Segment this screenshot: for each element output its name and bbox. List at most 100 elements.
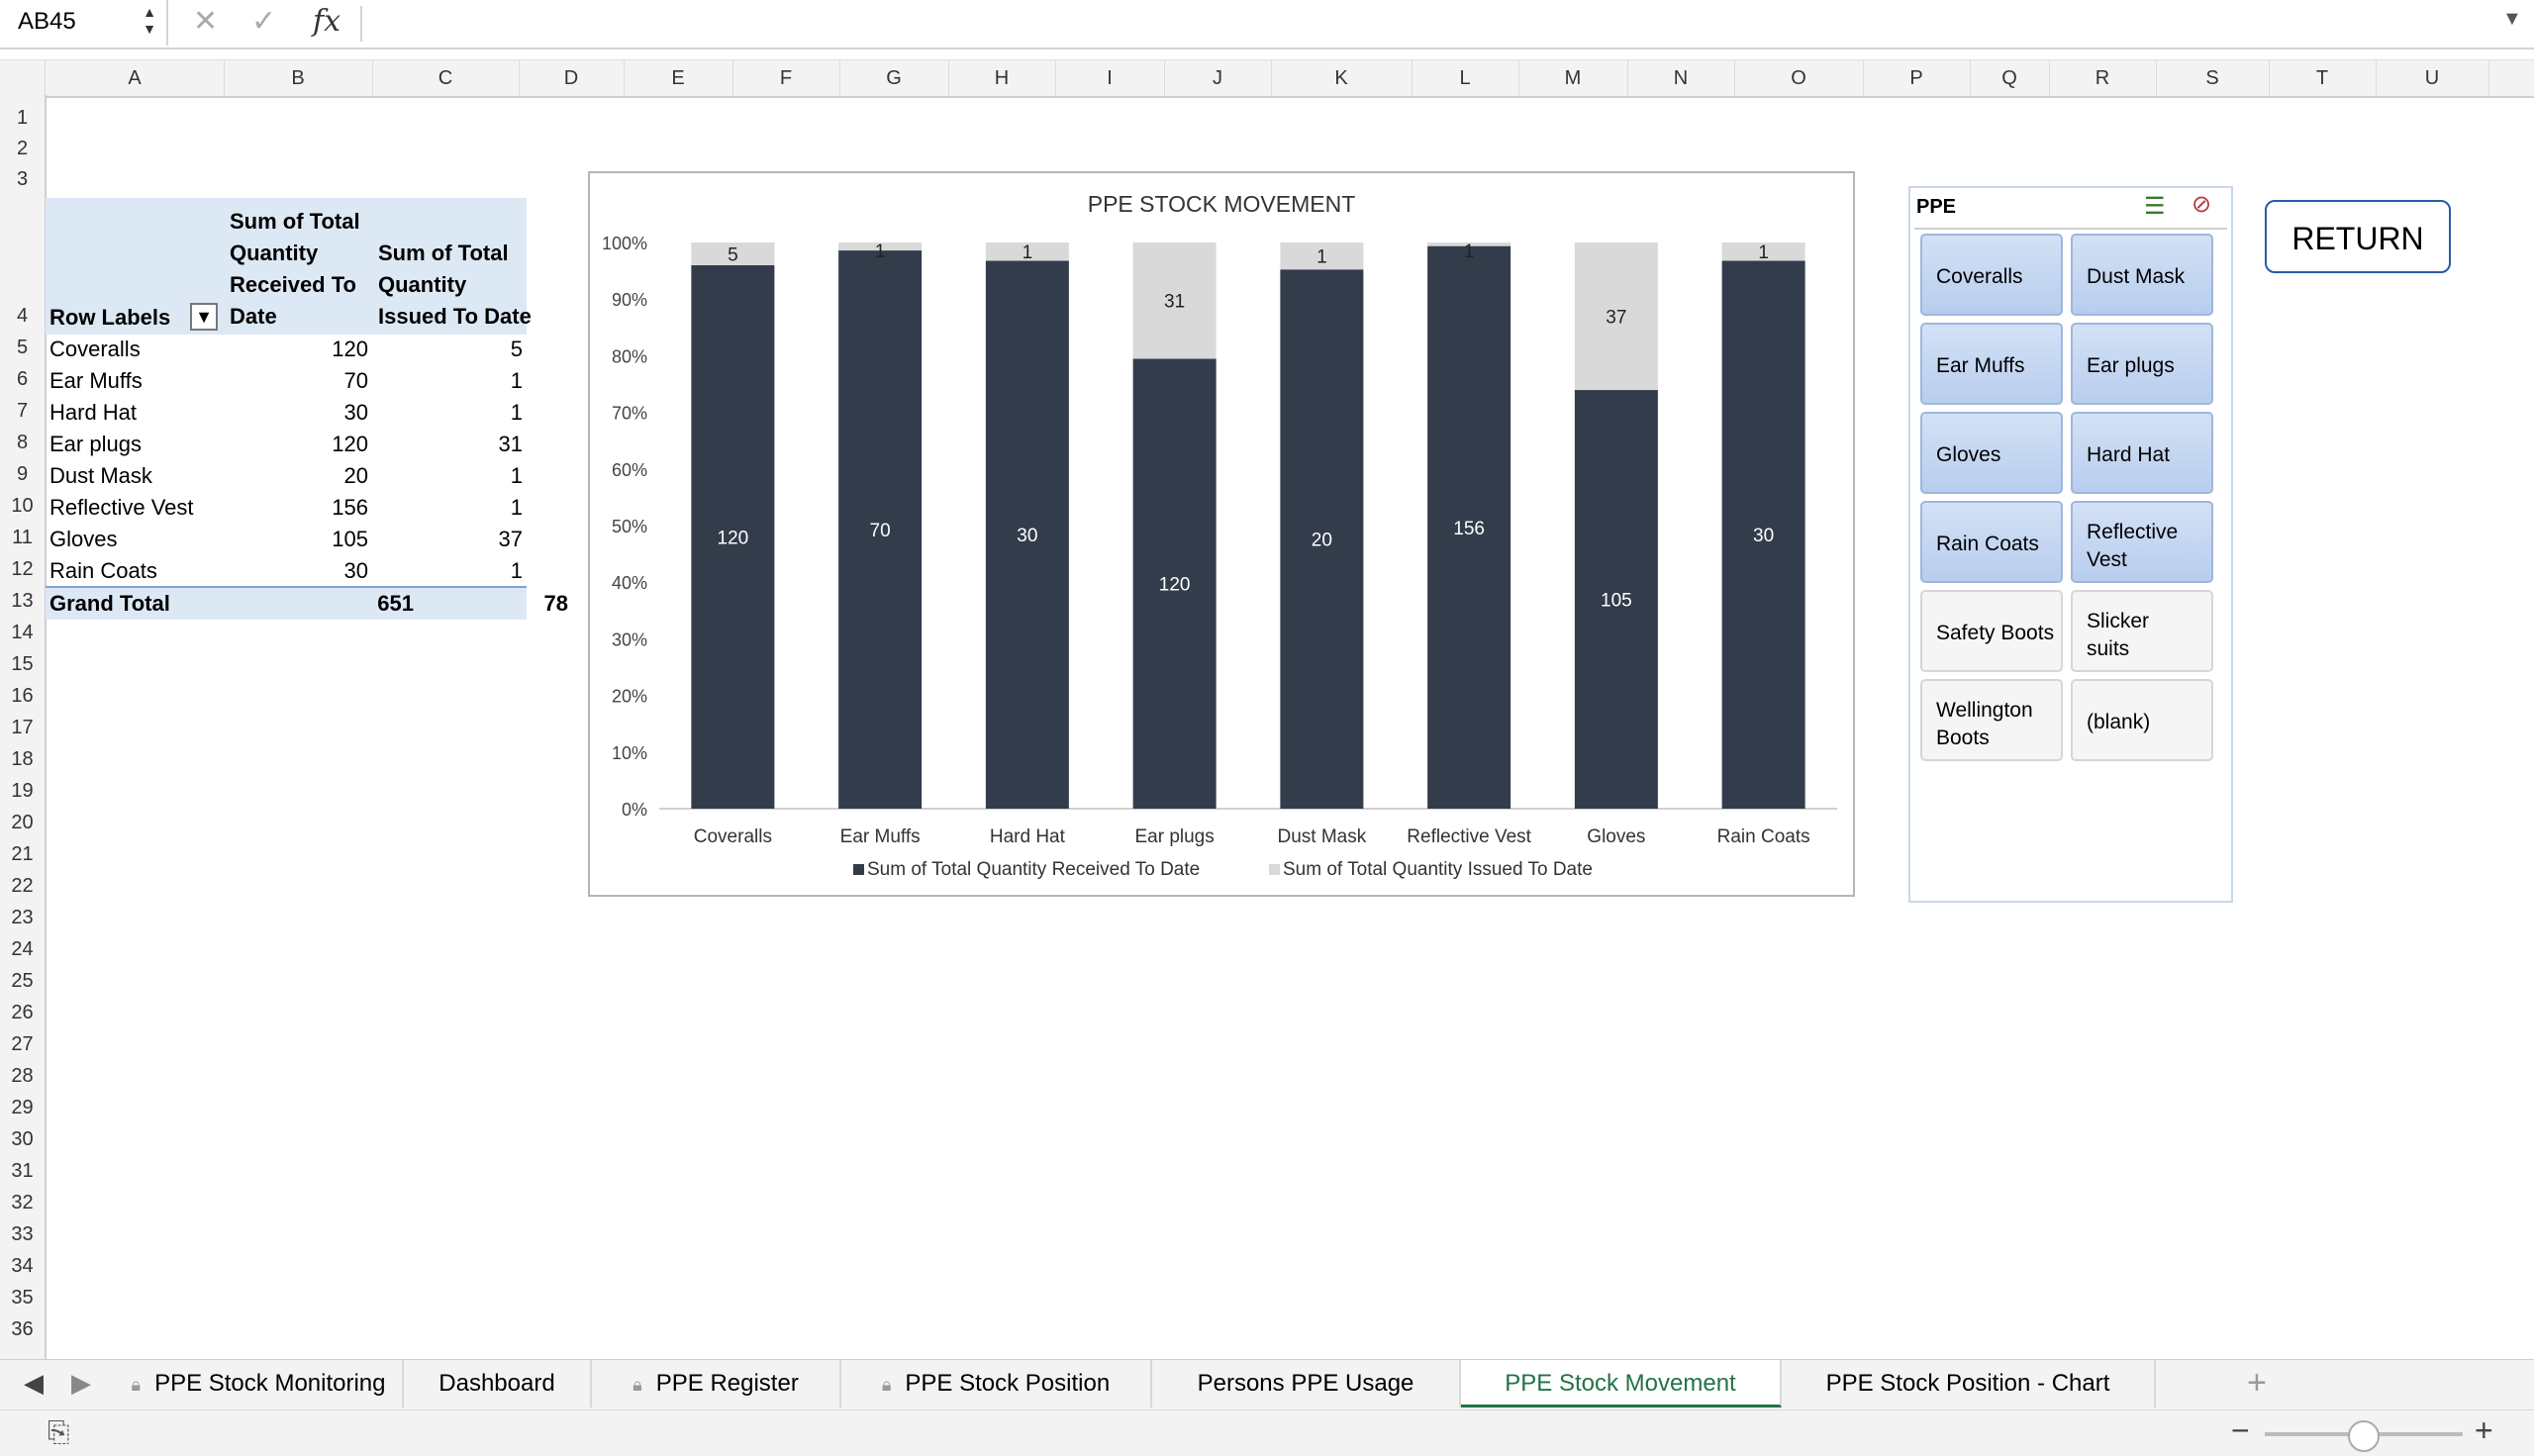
zoom-slider-handle[interactable] (2348, 1420, 2380, 1452)
filter-dropdown-icon[interactable]: ▼ (190, 303, 218, 331)
add-sheet-button[interactable]: + (2247, 1364, 2267, 1403)
select-all-corner[interactable] (0, 60, 46, 96)
row-header-9[interactable]: 9 (0, 463, 45, 486)
formula-input[interactable] (360, 6, 2490, 42)
column-header-a[interactable]: A (46, 60, 225, 96)
page-layout-icon[interactable]: ⎘ (48, 1416, 69, 1449)
column-header-d[interactable]: D (519, 60, 625, 96)
multi-select-icon[interactable]: ☰ (2144, 192, 2166, 221)
ppe-slicer[interactable]: PPE ☰ ⊘ Coveralls Dust Mask Ear Muffs Ear p… (1908, 186, 2233, 903)
column-header-c[interactable]: C (372, 60, 520, 96)
stock-movement-chart[interactable]: PPE STOCK MOVEMENT 0% 10% 20% 30% 40% 50% 60% 70… (588, 171, 1855, 897)
name-box-stepper-icon[interactable]: ▲ ▼ (143, 4, 156, 38)
pivot-row-label[interactable]: Coveralls (49, 337, 141, 362)
row-header-3[interactable]: 3 (0, 168, 45, 191)
slicer-item[interactable]: Reflective Vest (2071, 501, 2213, 583)
next-sheet-icon[interactable]: ▶ (71, 1368, 91, 1399)
pivot-row-label[interactable]: Reflective Vest (49, 495, 194, 521)
slicer-item[interactable]: Rain Coats (1920, 501, 2063, 583)
row-header-35[interactable]: 35 (0, 1287, 45, 1310)
column-header-m[interactable]: M (1518, 60, 1628, 96)
row-header-2[interactable]: 2 (0, 138, 45, 160)
slicer-item[interactable]: Safety Boots (1920, 590, 2063, 672)
row-header-23[interactable]: 23 (0, 907, 45, 929)
prev-sheet-icon[interactable]: ◀ (24, 1368, 44, 1399)
sheet-tab[interactable]: PPE Stock Position - Chart (1782, 1360, 2156, 1407)
name-box[interactable]: AB45 ▲ ▼ (0, 0, 168, 46)
sheet-tab[interactable]: 🔒︎ PPE Stock Position (841, 1360, 1152, 1407)
column-header-f[interactable]: F (732, 60, 840, 96)
column-header-n[interactable]: N (1627, 60, 1735, 96)
row-header-10[interactable]: 10 (0, 495, 45, 518)
column-header-k[interactable]: K (1271, 60, 1413, 96)
zoom-out-icon[interactable]: − (2231, 1412, 2250, 1449)
slicer-item[interactable]: Wellington Boots (1920, 679, 2063, 761)
pivot-row-label[interactable]: Gloves (49, 527, 117, 552)
row-header-24[interactable]: 24 (0, 938, 45, 961)
column-header-o[interactable]: O (1734, 60, 1864, 96)
column-header-p[interactable]: P (1863, 60, 1971, 96)
slicer-item[interactable]: Hard Hat (2071, 412, 2213, 494)
row-header-15[interactable]: 15 (0, 653, 45, 676)
cancel-icon[interactable]: ✕ (193, 4, 218, 39)
row-header-27[interactable]: 27 (0, 1033, 45, 1056)
zoom-in-icon[interactable]: + (2475, 1412, 2493, 1449)
column-header-q[interactable]: Q (1970, 60, 2050, 96)
row-header-22[interactable]: 22 (0, 875, 45, 898)
column-header-e[interactable]: E (624, 60, 733, 96)
row-header-1[interactable]: 1 (0, 107, 45, 130)
row-header-13[interactable]: 13 (0, 590, 45, 613)
column-header-t[interactable]: T (2269, 60, 2377, 96)
row-header-32[interactable]: 32 (0, 1192, 45, 1214)
row-header-21[interactable]: 21 (0, 843, 45, 866)
row-header-16[interactable]: 16 (0, 685, 45, 708)
row-header-26[interactable]: 26 (0, 1002, 45, 1024)
row-header-36[interactable]: 36 (0, 1318, 45, 1341)
row-header-20[interactable]: 20 (0, 812, 45, 834)
sheet-tab[interactable]: Persons PPE Usage (1152, 1360, 1461, 1407)
expand-formula-icon[interactable]: ▼ (2502, 8, 2522, 31)
pivot-row-label[interactable]: Ear plugs (49, 432, 142, 457)
sheet-tab[interactable]: PPE Stock Movement (1461, 1360, 1782, 1407)
row-header-25[interactable]: 25 (0, 970, 45, 993)
function-icon[interactable]: fx (313, 4, 341, 39)
row-header-5[interactable]: 5 (0, 337, 45, 359)
slicer-item[interactable]: Gloves (1920, 412, 2063, 494)
row-header-34[interactable]: 34 (0, 1255, 45, 1278)
row-header-28[interactable]: 28 (0, 1065, 45, 1088)
enter-icon[interactable]: ✓ (251, 4, 276, 39)
row-header-12[interactable]: 12 (0, 558, 45, 581)
column-header-b[interactable]: B (224, 60, 373, 96)
row-header-17[interactable]: 17 (0, 717, 45, 739)
row-header-19[interactable]: 19 (0, 780, 45, 803)
column-header-i[interactable]: I (1055, 60, 1165, 96)
sheet-tab[interactable]: 🔒︎ PPE Register (592, 1360, 841, 1407)
slicer-item[interactable]: Slicker suits (2071, 590, 2213, 672)
slicer-item[interactable]: Coveralls (1920, 234, 2063, 316)
row-header-30[interactable]: 30 (0, 1128, 45, 1151)
column-header-r[interactable]: R (2049, 60, 2157, 96)
pivot-row-label[interactable]: Ear Muffs (49, 368, 143, 394)
return-button[interactable]: RETURN (2265, 200, 2451, 273)
column-header-s[interactable]: S (2156, 60, 2270, 96)
column-header-j[interactable]: J (1164, 60, 1272, 96)
slicer-item[interactable]: (blank) (2071, 679, 2213, 761)
row-header-4[interactable]: 4 (0, 305, 45, 328)
row-header-31[interactable]: 31 (0, 1160, 45, 1183)
column-header-h[interactable]: H (948, 60, 1056, 96)
row-header-11[interactable]: 11 (0, 527, 45, 549)
clear-filter-icon[interactable]: ⊘ (2192, 190, 2211, 219)
slicer-item[interactable]: Ear Muffs (1920, 323, 2063, 405)
pivot-row-label[interactable]: Hard Hat (49, 400, 137, 426)
row-header-29[interactable]: 29 (0, 1097, 45, 1119)
column-header-l[interactable]: L (1412, 60, 1519, 96)
column-header-u[interactable]: U (2376, 60, 2489, 96)
row-header-7[interactable]: 7 (0, 400, 45, 423)
slicer-item[interactable]: Dust Mask (2071, 234, 2213, 316)
row-header-14[interactable]: 14 (0, 622, 45, 644)
row-header-18[interactable]: 18 (0, 748, 45, 771)
pivot-row-label[interactable]: Dust Mask (49, 463, 152, 489)
row-header-8[interactable]: 8 (0, 432, 45, 454)
row-header-6[interactable]: 6 (0, 368, 45, 391)
row-header-33[interactable]: 33 (0, 1223, 45, 1246)
